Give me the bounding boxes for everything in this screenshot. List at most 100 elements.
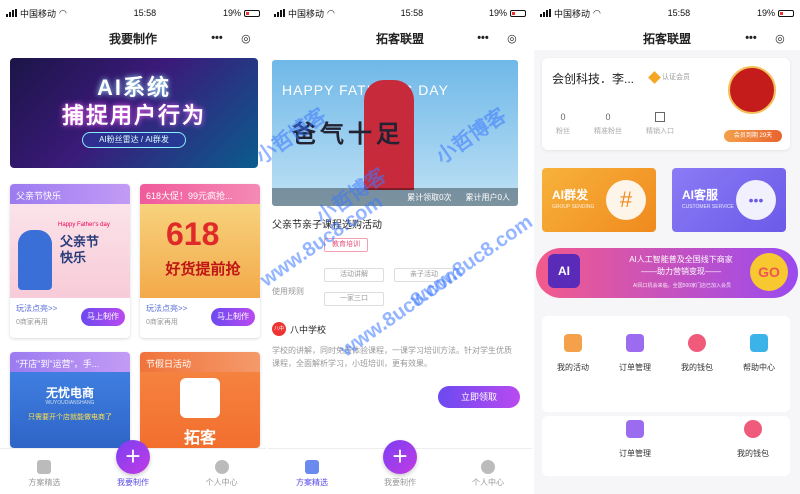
stat-fans[interactable]: 0 粉丝	[556, 112, 570, 136]
card-image: 父亲节 快乐 Happy Father's day	[10, 204, 130, 298]
tab-label: 方案精选	[28, 478, 61, 487]
menu-label: 帮助中心	[743, 363, 775, 372]
mini-capsule: ••• ◎	[468, 29, 526, 47]
holiday-logo	[180, 378, 220, 418]
vip-label: 认证会员	[648, 70, 690, 84]
plus-icon: +	[115, 440, 150, 474]
school-name: 八中学校	[290, 324, 327, 335]
school-logo: 八中	[272, 322, 286, 336]
card-image: 618 好货提前抢	[140, 204, 260, 298]
wallet-icon	[688, 334, 706, 352]
tab-solutions[interactable]: 方案精选	[9, 460, 79, 488]
calendar-icon	[564, 334, 582, 352]
carrier: 中国移动	[554, 8, 591, 19]
template-card-618[interactable]: 618大促！99元疯抢... 618 好货提前抢 玩法点亮>> 0商家再用 马上…	[140, 184, 260, 338]
mini-capsule: ••• ◎	[736, 29, 794, 47]
feature-sub: GROUP SENDING	[552, 204, 595, 210]
ai-group-send-card[interactable]: AI群发 GROUP SENDING #	[542, 168, 656, 232]
nav-bar: 拓客联盟 ••• ◎	[534, 26, 800, 50]
status-bar: 中国移动 ◠ 15:58 19%	[534, 0, 800, 26]
promo-line2: ——助力营销变现——	[641, 267, 721, 276]
card-image-big: 618	[166, 216, 220, 252]
tab-label: 方案精选	[296, 478, 328, 487]
menu-orders[interactable]: 订单管理	[604, 420, 666, 459]
more-icon[interactable]: •••	[745, 32, 757, 44]
carrier: 中国移动	[288, 8, 325, 19]
tab-profile[interactable]: 个人中心	[453, 460, 523, 488]
menu-help[interactable]: 帮助中心	[728, 334, 790, 373]
menu-wallet[interactable]: 我的钱包	[666, 334, 728, 373]
more-icon[interactable]: •••	[477, 32, 489, 44]
stat-precise-fans[interactable]: 0 精准粉丝	[594, 112, 622, 136]
nav-bar: 拓客联盟 ••• ◎	[268, 26, 532, 50]
chat-icon: •••	[736, 180, 776, 220]
close-icon[interactable]: ◎	[775, 32, 785, 45]
activity-hero[interactable]: HAPPY FATHER'S DAY 爸气十足 累计领取0次 累计用户0人	[272, 60, 518, 206]
stat-entry[interactable]: 精销入口	[646, 112, 674, 136]
card-image: 无忧电商 WUYOUDIANSHANG 只需要开个店就能做电商了	[10, 372, 130, 448]
card-footer: 玩法点亮>> 0商家再用 马上制作	[140, 298, 260, 338]
menu-orders[interactable]: 订单管理	[604, 334, 666, 373]
signal-icon	[540, 9, 551, 17]
menu-label: 我的钱包	[737, 449, 769, 458]
scan-icon	[655, 112, 665, 122]
menu-wallet[interactable]: 我的钱包	[722, 420, 784, 459]
user-icon	[214, 460, 229, 474]
tab-profile[interactable]: 个人中心	[187, 460, 257, 488]
profile-card[interactable]: 会创科技．李... 认证会员 0 粉丝 0 精准粉丝 精销入口 会员到期 29天	[542, 58, 790, 150]
template-card-fathers-day[interactable]: 父亲节快乐 父亲节 快乐 Happy Father's day 玩法点亮>> 0…	[10, 184, 130, 338]
tab-solutions[interactable]: 方案精选	[277, 460, 347, 488]
page-title: 拓客联盟	[375, 31, 424, 46]
ai-promo-banner[interactable]: AI AI人工智能普及全国线下商家 ——助力营销变现—— AI风口机会来临，全国…	[536, 248, 798, 298]
card-image-small: WUYOUDIANSHANG	[45, 400, 95, 406]
make-now-button[interactable]: 马上制作	[81, 308, 125, 326]
promo-line1: AI人工智能普及全国线下商家	[629, 255, 733, 264]
activity-title: 父亲节亲子课程选购活动	[272, 220, 382, 231]
hash-icon: #	[606, 180, 646, 220]
mini-capsule: ••• ◎	[202, 29, 260, 47]
menu-my-activities[interactable]: 我的活动	[542, 334, 604, 373]
tag: 活动讲解	[324, 268, 384, 282]
tab-make[interactable]: + 我要制作	[98, 440, 168, 488]
page-title: 我要制作	[108, 31, 157, 46]
tab-make[interactable]: + 我要制作	[365, 440, 435, 488]
feature-title: AI群发	[552, 188, 589, 202]
make-now-button[interactable]: 马上制作	[211, 308, 255, 326]
close-icon[interactable]: ◎	[507, 32, 517, 45]
claim-count: 累计领取0次	[407, 193, 452, 202]
phone-profile: 中国移动 ◠ 15:58 19% 拓客联盟 ••• ◎ 会创科技．李... 认证会员…	[534, 0, 800, 494]
menu-label: 订单管理	[619, 449, 651, 458]
battery-label: 19%	[756, 8, 775, 18]
battery-label: 19%	[488, 8, 507, 18]
document-icon	[305, 460, 319, 474]
ai-logo: AI	[548, 254, 580, 288]
stat-value: 0	[605, 112, 611, 122]
father-figure-illustration	[18, 230, 52, 290]
more-icon[interactable]: •••	[211, 32, 223, 44]
stat-label: 粉丝	[556, 128, 570, 135]
school-section: 八中 八中学校	[272, 322, 326, 336]
status-bar: 中国移动 ◠ 15:58 19%	[0, 0, 266, 26]
template-card-ecommerce[interactable]: "开店"到"运营"，手... 无忧电商 WUYOUDIANSHANG 只需要开个…	[10, 352, 130, 448]
feature-sub: CUSTOMER SERVICE	[682, 204, 734, 210]
clock: 15:58	[400, 8, 424, 18]
close-icon[interactable]: ◎	[241, 32, 251, 45]
claim-button[interactable]: 立即领取	[438, 386, 520, 408]
card-header: 618大促！99元疯抢...	[140, 184, 260, 204]
diamond-icon	[648, 70, 661, 84]
menu-label: 我的钱包	[681, 363, 713, 372]
feature-title: AI客服	[682, 188, 719, 202]
template-card-holiday[interactable]: 节假日活动 拓客	[140, 352, 260, 448]
hero-big-text: 爸气十足	[292, 121, 404, 148]
vip-text: 认证会员	[662, 74, 690, 81]
signal-icon	[6, 9, 17, 17]
ai-banner[interactable]: AI系统 捕捉用户行为 AI粉丝雷达 / AI群发	[10, 58, 258, 168]
stat-label: 精准粉丝	[594, 128, 622, 135]
go-button[interactable]: GO	[750, 253, 788, 291]
wifi-icon: ◠	[327, 7, 335, 18]
seal-logo	[728, 66, 776, 114]
ai-customer-service-card[interactable]: AI客服 CUSTOMER SERVICE •••	[672, 168, 786, 232]
activity-description: 学校的讲解，同时免费体验课程，一课学习培训方法。针对学生优质课程，全面解析学习，…	[272, 346, 512, 368]
carrier: 中国移动	[20, 8, 57, 19]
battery-icon	[509, 9, 526, 17]
